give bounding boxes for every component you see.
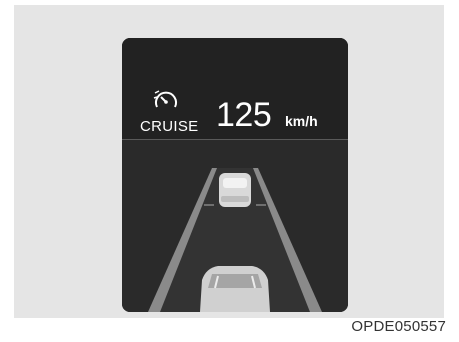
cluster-display: CRUISE 125 km/h <box>122 38 348 312</box>
cruise-status-bar: CRUISE 125 km/h <box>122 38 348 140</box>
speed-unit: km/h <box>285 113 318 129</box>
cruise-label: CRUISE <box>140 118 199 135</box>
road-illustration <box>122 140 348 312</box>
figure-caption: OPDE050557 <box>351 318 446 335</box>
cruise-control-icon <box>153 90 177 108</box>
lead-vehicle-icon <box>219 173 251 207</box>
set-speed-value: 125 <box>216 96 272 134</box>
own-vehicle-icon <box>200 266 270 312</box>
